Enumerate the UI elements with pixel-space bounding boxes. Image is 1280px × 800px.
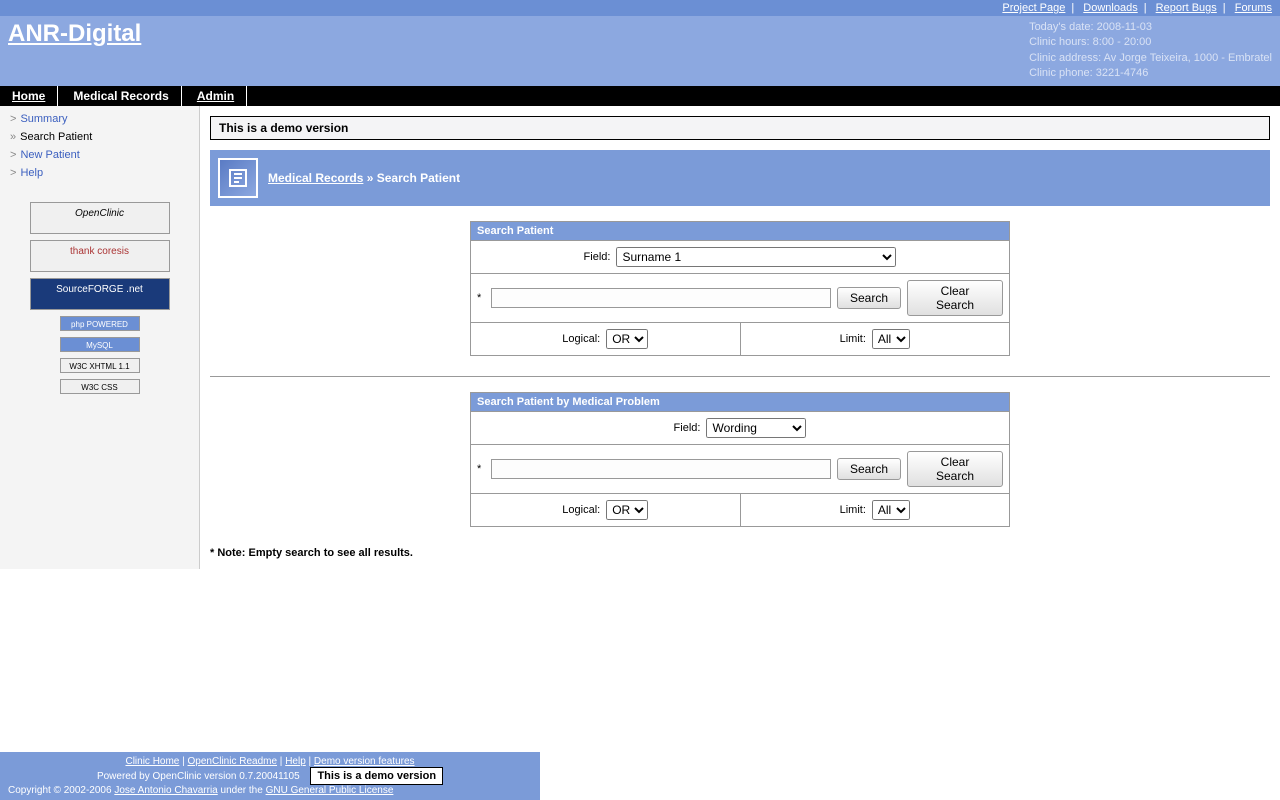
field-select-problem[interactable]: Wording bbox=[706, 418, 806, 438]
demo-banner: This is a demo version bbox=[210, 116, 1270, 140]
limit-select-problem[interactable]: All bbox=[872, 500, 910, 520]
top-links-bar: Project Page| Downloads| Report Bugs| Fo… bbox=[0, 0, 1280, 16]
breadcrumb-link[interactable]: Medical Records bbox=[268, 171, 363, 185]
sidebar-search-current: Search Patient bbox=[20, 131, 92, 143]
php-badge[interactable]: php POWERED bbox=[60, 316, 140, 331]
footer-copyright: Copyright © 2002-2006 bbox=[8, 785, 114, 796]
logical-label: Logical: bbox=[562, 504, 600, 516]
css-badge[interactable]: W3C CSS bbox=[60, 379, 140, 394]
search-problem-title: Search Patient by Medical Problem bbox=[471, 393, 1009, 411]
clear-search-button[interactable]: Clear Search bbox=[907, 280, 1003, 316]
xhtml-badge[interactable]: W3C XHTML 1.1 bbox=[60, 358, 140, 373]
search-problem-form: Search Patient by Medical Problem Field:… bbox=[470, 392, 1010, 527]
mysql-badge[interactable]: MySQL bbox=[60, 337, 140, 352]
logical-select[interactable]: OR bbox=[606, 329, 648, 349]
footer-author[interactable]: Jose Antonio Chavarria bbox=[114, 785, 217, 796]
nav-admin[interactable]: Admin bbox=[185, 86, 247, 106]
search-patient-form: Search Patient Field: Surname 1 * Search… bbox=[470, 221, 1010, 356]
footer-under: under the bbox=[221, 785, 266, 796]
nav-medical-records[interactable]: Medical Records bbox=[61, 86, 181, 106]
footer-help[interactable]: Help bbox=[285, 756, 306, 767]
breadcrumb-bar: Medical Records » Search Patient bbox=[210, 150, 1270, 206]
footer: Clinic Home | OpenClinic Readme | Help |… bbox=[0, 752, 540, 800]
footer-clinic-home[interactable]: Clinic Home bbox=[125, 756, 179, 767]
report-bugs-link[interactable]: Report Bugs bbox=[1156, 2, 1217, 14]
main-content: This is a demo version Medical Records »… bbox=[200, 106, 1280, 569]
badge-panel: OpenClinic thank coresis SourceFORGE .ne… bbox=[0, 186, 199, 410]
footer-readme[interactable]: OpenClinic Readme bbox=[188, 756, 278, 767]
clear-problem-button[interactable]: Clear Search bbox=[907, 451, 1003, 487]
site-title-link[interactable]: ANR-Digital bbox=[8, 20, 141, 48]
limit-select[interactable]: All bbox=[872, 329, 910, 349]
search-problem-input[interactable] bbox=[491, 459, 831, 479]
downloads-link[interactable]: Downloads bbox=[1083, 2, 1137, 14]
forums-link[interactable]: Forums bbox=[1235, 2, 1272, 14]
breadcrumb-sep: » bbox=[367, 171, 374, 185]
medical-records-icon bbox=[218, 158, 258, 198]
breadcrumb-current: Search Patient bbox=[377, 171, 460, 185]
sidebar-help[interactable]: Help bbox=[20, 167, 43, 179]
field-label: Field: bbox=[674, 422, 701, 434]
limit-label: Limit: bbox=[840, 333, 866, 345]
footer-powered: Powered by OpenClinic version 0.7.200411… bbox=[97, 771, 300, 782]
divider bbox=[210, 376, 1270, 377]
sidebar-summary[interactable]: Summary bbox=[20, 113, 67, 125]
footer-demo-box: This is a demo version bbox=[310, 767, 443, 785]
nav-home[interactable]: Home bbox=[0, 86, 58, 106]
clinic-address: Clinic address: Av Jorge Teixeira, 1000 … bbox=[1029, 51, 1272, 66]
field-select[interactable]: Surname 1 bbox=[616, 247, 896, 267]
footer-demo-features[interactable]: Demo version features bbox=[314, 756, 415, 767]
sidebar-new-patient[interactable]: New Patient bbox=[20, 149, 79, 161]
main-nav: Home Medical Records Admin bbox=[0, 86, 1280, 106]
search-button[interactable]: Search bbox=[837, 287, 901, 309]
sourceforge-badge[interactable]: SourceFORGE .net bbox=[30, 278, 170, 310]
coresis-badge[interactable]: thank coresis bbox=[30, 240, 170, 272]
field-label: Field: bbox=[584, 251, 611, 263]
required-asterisk: * bbox=[477, 463, 481, 475]
chevron-icon: > bbox=[10, 167, 16, 179]
limit-label: Limit: bbox=[840, 504, 866, 516]
logical-label: Logical: bbox=[562, 333, 600, 345]
search-patient-title: Search Patient bbox=[471, 222, 1009, 240]
clinic-date: Today's date: 2008-11-03 bbox=[1029, 20, 1272, 35]
project-page-link[interactable]: Project Page bbox=[1002, 2, 1065, 14]
required-asterisk: * bbox=[477, 292, 481, 304]
openclinic-badge[interactable]: OpenClinic bbox=[30, 202, 170, 234]
chevron-icon: > bbox=[10, 113, 16, 125]
search-text-input[interactable] bbox=[491, 288, 831, 308]
search-problem-button[interactable]: Search bbox=[837, 458, 901, 480]
clinic-hours: Clinic hours: 8:00 - 20:00 bbox=[1029, 35, 1272, 50]
clinic-info: Today's date: 2008-11-03 Clinic hours: 8… bbox=[1029, 20, 1272, 82]
note-text: * Note: Empty search to see all results. bbox=[210, 547, 1270, 559]
logical-select-problem[interactable]: OR bbox=[606, 500, 648, 520]
chevron-icon: » bbox=[10, 131, 16, 143]
clinic-phone: Clinic phone: 3221-4746 bbox=[1029, 66, 1272, 81]
chevron-icon: > bbox=[10, 149, 16, 161]
sidebar: > Summary » Search Patient > New Patient > H… bbox=[0, 106, 200, 569]
header: ANR-Digital Today's date: 2008-11-03 Cli… bbox=[0, 16, 1280, 86]
footer-gpl[interactable]: GNU General Public License bbox=[266, 785, 394, 796]
